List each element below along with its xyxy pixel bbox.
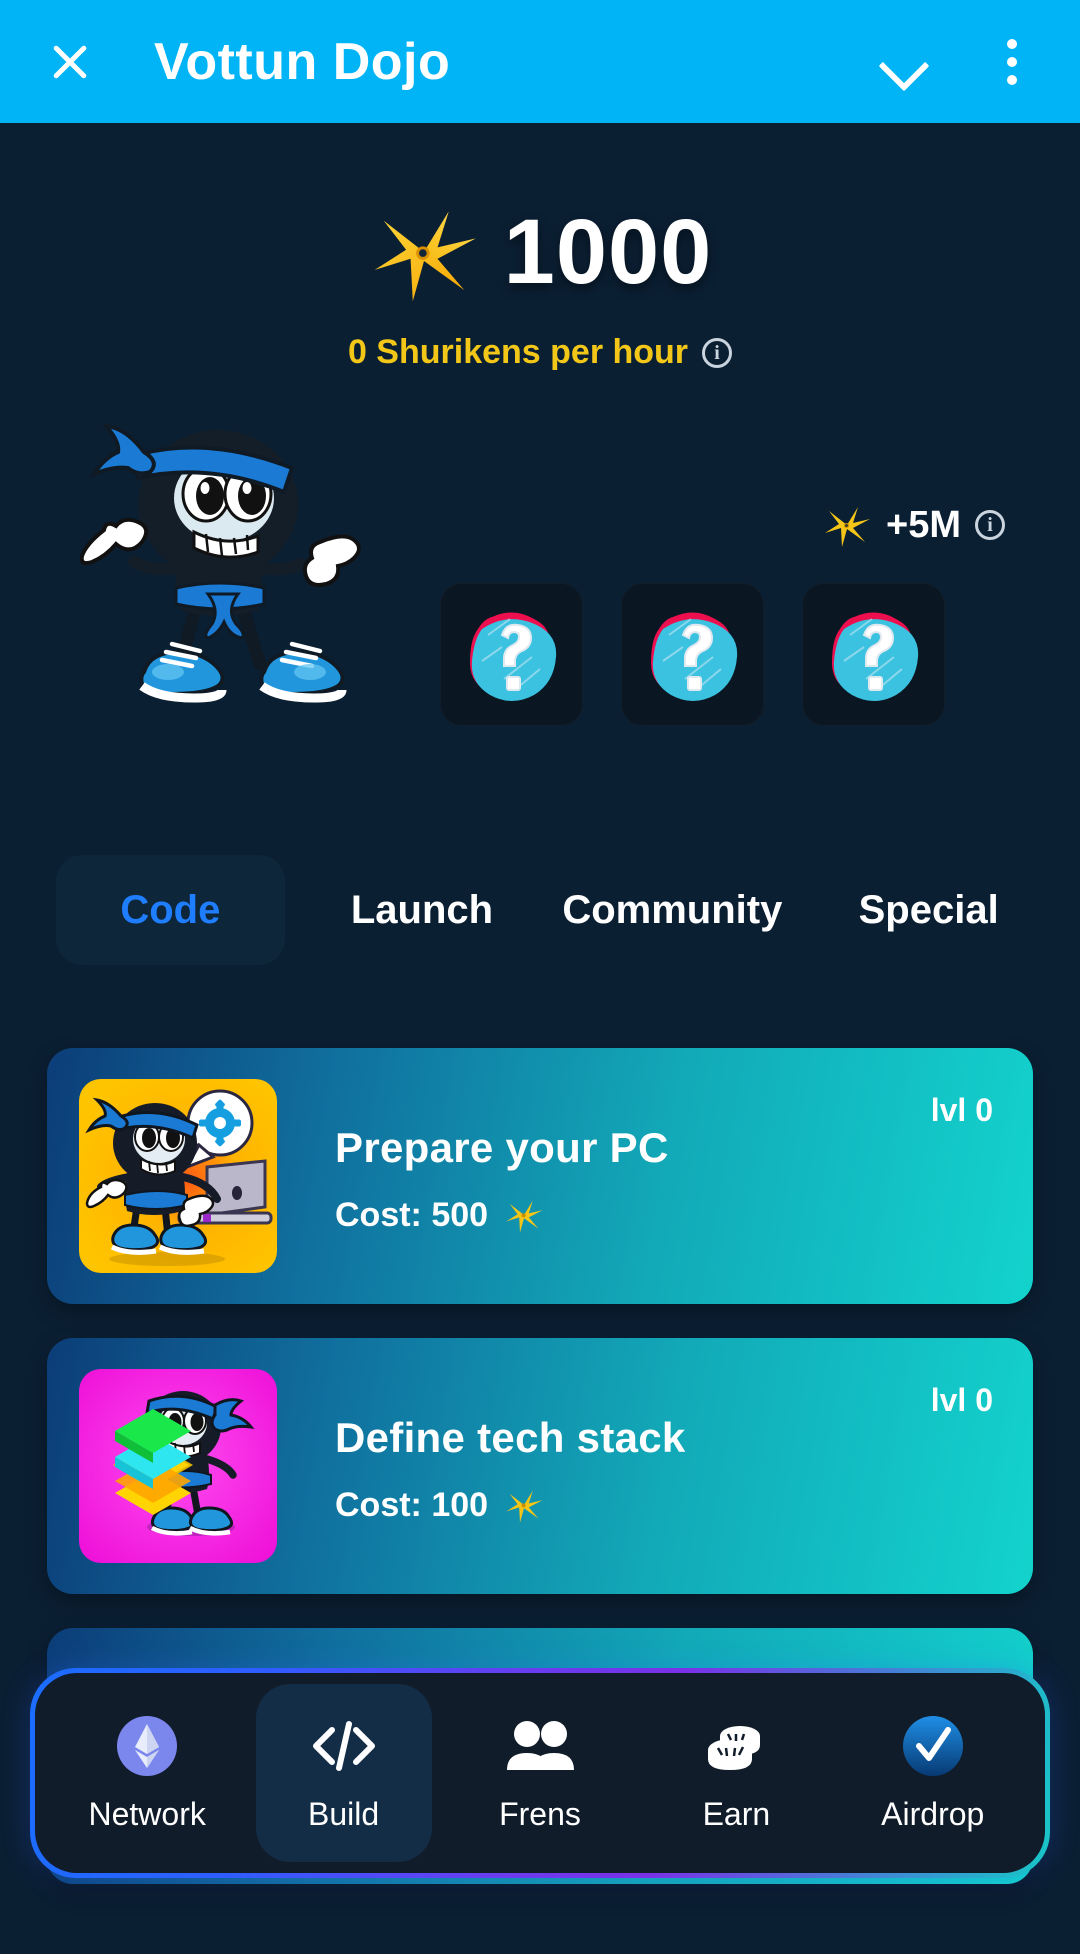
shuriken-icon — [506, 1200, 543, 1233]
nav-label: Airdrop — [881, 1795, 985, 1832]
more-vertical-icon[interactable] — [990, 34, 1034, 90]
shuriken-icon — [506, 1490, 543, 1523]
mystery-cards-row — [440, 583, 945, 726]
ninja-mascot — [79, 423, 361, 703]
bottom-navigation: Network Build Frens Earn Airdrop — [30, 1668, 1050, 1878]
shuriken-icon — [825, 507, 870, 547]
task-title: Prepare your PC — [335, 1124, 669, 1171]
nav-label: Build — [308, 1795, 380, 1832]
close-icon[interactable] — [48, 40, 92, 84]
people-icon — [504, 1714, 576, 1778]
balance-row: 1000 — [0, 196, 1080, 308]
header-actions — [874, 34, 1080, 90]
tab-code[interactable]: Code — [56, 855, 285, 965]
ethereum-icon — [111, 1714, 183, 1778]
mystery-card-3[interactable] — [802, 583, 945, 726]
nav-item-earn[interactable]: Earn — [648, 1684, 824, 1862]
tab-launch[interactable]: Launch — [327, 855, 518, 965]
info-icon[interactable]: i — [702, 337, 733, 368]
info-icon[interactable]: i — [974, 510, 1005, 540]
question-mark-icon — [650, 611, 737, 701]
mystery-card-1[interactable] — [440, 583, 583, 726]
bonus-row: +5M i — [822, 500, 1005, 550]
coins-icon — [700, 1714, 772, 1778]
ninja-layers-thumbnail — [79, 1369, 277, 1563]
chevron-down-icon[interactable] — [874, 34, 930, 90]
dot — [1007, 74, 1017, 85]
app-root: Vottun Dojo 1000 0 Shurikens per hour i … — [0, 0, 1080, 1954]
check-circle-icon — [897, 1714, 969, 1778]
nav-label: Network — [88, 1795, 206, 1832]
nav-item-airdrop[interactable]: Airdrop — [845, 1684, 1021, 1862]
nav-item-network[interactable]: Network — [59, 1684, 235, 1862]
page-title: Vottun Dojo — [154, 32, 451, 91]
bonus-label: +5M — [886, 503, 961, 546]
question-mark-icon — [469, 611, 556, 701]
task-cost: Cost: 500 — [335, 1195, 544, 1235]
nav-item-frens[interactable]: Frens — [452, 1684, 628, 1862]
dot — [1007, 38, 1017, 49]
nav-label: Earn — [702, 1795, 771, 1832]
code-brackets-icon — [308, 1714, 380, 1778]
task-cost-label: Cost: 500 — [335, 1195, 489, 1234]
nav-item-build[interactable]: Build — [255, 1684, 432, 1862]
shuriken-icon — [374, 211, 476, 302]
dot — [1007, 56, 1017, 67]
app-header: Vottun Dojo — [0, 0, 1080, 123]
task-title: Define tech stack — [335, 1414, 686, 1461]
task-card[interactable]: Define tech stack Cost: 100 lvl 0 — [47, 1338, 1033, 1594]
task-level: lvl 0 — [930, 1092, 993, 1128]
ninja-laptop-thumbnail — [79, 1079, 277, 1273]
category-tabs: Code Launch Community Special — [56, 855, 1024, 965]
rate-label: 0 Shurikens per hour — [347, 333, 689, 371]
task-cost: Cost: 100 — [335, 1485, 544, 1525]
balance-amount: 1000 — [503, 200, 713, 303]
task-level: lvl 0 — [930, 1382, 993, 1418]
tab-community[interactable]: Community — [557, 855, 787, 965]
rate-row: 0 Shurikens per hour i — [0, 333, 1080, 372]
task-card[interactable]: Prepare your PC Cost: 500 lvl 0 — [47, 1048, 1033, 1304]
task-cost-label: Cost: 100 — [335, 1485, 489, 1524]
nav-label: Frens — [499, 1795, 581, 1832]
question-mark-icon — [831, 611, 918, 701]
tab-special[interactable]: Special — [833, 855, 1024, 965]
mystery-card-2[interactable] — [621, 583, 764, 726]
